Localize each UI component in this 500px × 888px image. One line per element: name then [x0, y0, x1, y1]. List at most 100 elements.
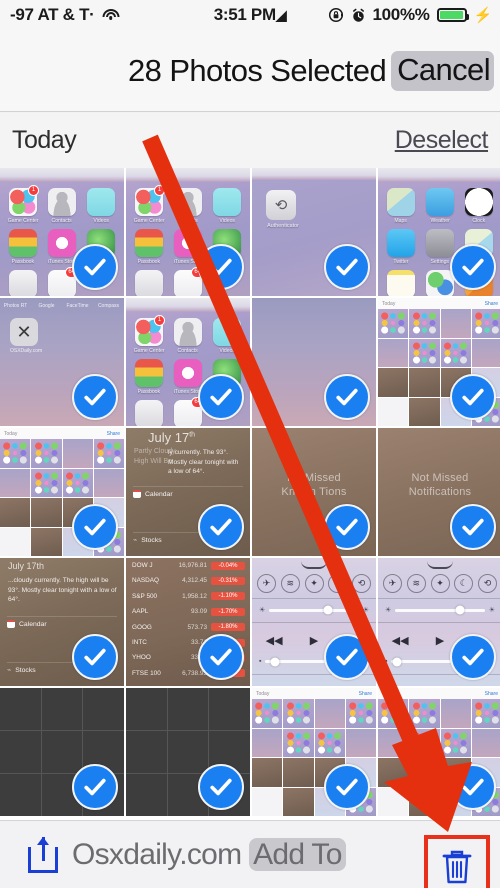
checkmark-circle-icon[interactable]: [198, 634, 244, 680]
nested-photo-cell: [252, 758, 283, 787]
nested-photo-cell: [252, 699, 283, 728]
checkmark-circle-icon[interactable]: [450, 374, 496, 420]
photo-cell[interactable]: ✈≋✦☾⟲☀☀◀◀▶▶▶▪▪: [252, 558, 376, 686]
photo-cell[interactable]: 1 Game Center Contacts Videos Passbook iTunes…: [0, 168, 124, 296]
photo-cell[interactable]: Not Missed Notifications: [378, 428, 500, 556]
photo-cell[interactable]: MapsWeatherClockTwitterSettingsGoogle Ma…: [378, 168, 500, 296]
photo-cell[interactable]: [126, 688, 250, 816]
top-app-row: Photos RT Google FaceTime Compass: [0, 298, 124, 314]
photo-cell[interactable]: Today Share: [0, 428, 124, 556]
do-not-disturb-icon[interactable]: ☾: [454, 573, 474, 593]
photo-cell[interactable]: [252, 298, 376, 426]
deselect-button[interactable]: Deselect: [395, 126, 489, 155]
brightness-slider[interactable]: ☀ ☀: [385, 605, 495, 615]
checkmark-circle-icon[interactable]: [72, 634, 118, 680]
nested-photo-cell: [283, 758, 314, 787]
rotation-lock-icon[interactable]: ⟲: [352, 573, 371, 593]
volume-low-icon: ▪: [259, 658, 262, 665]
checkmark-circle-icon[interactable]: [324, 504, 370, 550]
checkmark-circle-icon[interactable]: [198, 764, 244, 810]
stock-value: 573.73: [187, 623, 207, 631]
nested-header: Today Share: [0, 428, 124, 439]
checkmark-circle-icon[interactable]: [324, 634, 370, 680]
cancel-button[interactable]: Cancel: [391, 50, 494, 91]
delete-button-highlight[interactable]: [424, 835, 490, 888]
photo-cell[interactable]: ⟲ Authenticator: [252, 168, 376, 296]
airplane-icon[interactable]: ✈: [383, 573, 402, 593]
photo-cell[interactable]: Today Share: [252, 688, 376, 816]
checkmark-circle-icon[interactable]: [450, 764, 496, 810]
app-icon-game-center: 1 Game Center: [5, 185, 41, 224]
photo-cell[interactable]: ✈≋✦☾⟲☀☀◀◀▶▶▶▪▪: [378, 558, 500, 686]
do-not-disturb-icon[interactable]: ☾: [328, 573, 348, 593]
nested-photo-cell: [283, 699, 314, 728]
checkmark-circle-icon[interactable]: [72, 764, 118, 810]
nested-photo-cell: [378, 368, 409, 397]
app-label: Photos RT: [3, 303, 28, 309]
control-center-toggles: ✈ ≋ ✦ ☾ ⟲: [383, 572, 497, 594]
app-label: Videos: [219, 218, 235, 224]
stock-change: -1.10%: [211, 592, 245, 601]
app-icon-passbook: Passbook: [131, 227, 167, 265]
calendar-icon: [7, 620, 15, 628]
checkmark-circle-icon[interactable]: [324, 764, 370, 810]
app-icon-twitter: Twitter: [383, 227, 419, 265]
stock-symbol: GOOG: [132, 623, 152, 631]
brightness-slider[interactable]: ☀ ☀: [259, 605, 369, 615]
checkmark-circle-icon[interactable]: [198, 244, 244, 290]
photo-grid[interactable]: 1 Game Center Contacts Videos Passbook iTunes…: [0, 168, 500, 820]
wifi-icon[interactable]: ≋: [280, 573, 300, 593]
photo-cell[interactable]: 1 Game Center Contacts Videos Passbook iTunes…: [126, 168, 250, 296]
stock-row: AAPL 93.09 -1.70%: [132, 605, 245, 618]
nested-photo-cell: [31, 439, 62, 468]
checkmark-circle-icon[interactable]: [450, 244, 496, 290]
app-label: OSXDaily.com: [10, 348, 43, 354]
navigation-bar: 28 Photos Selected Cancel: [0, 30, 500, 112]
photo-cell[interactable]: Today Share: [378, 298, 500, 426]
photo-cell[interactable]: No Missed Known Tions: [252, 428, 376, 556]
photo-cell[interactable]: July 17th Partly Cloudy High Will Be ly cur…: [126, 428, 250, 556]
missed-line-2: Known Tions: [281, 486, 347, 498]
nested-photo-cell: [31, 527, 62, 556]
add-to-button[interactable]: Add To: [249, 837, 346, 871]
weather-text: ly currently. The 93°. Mostly clear toni…: [168, 449, 239, 476]
bluetooth-icon[interactable]: ✦: [304, 573, 324, 593]
stock-symbol: AAPL: [132, 608, 149, 616]
nested-photo-cell: [62, 439, 93, 468]
checkmark-circle-icon[interactable]: [198, 504, 244, 550]
photo-cell[interactable]: DOW J 16,976.81 -0.04% NASDAQ 4,312.45 -0.31%…: [126, 558, 250, 686]
photo-cell[interactable]: [0, 688, 124, 816]
photo-cell[interactable]: July 17th ...cloudy currently. The high w…: [0, 558, 124, 686]
photo-cell[interactable]: Photos RT Google FaceTime Compass ✕ OSXDaily.…: [0, 298, 124, 426]
play-icon[interactable]: ▶: [436, 634, 444, 647]
rewind-icon[interactable]: ◀◀: [266, 634, 283, 647]
nested-photo-cell: [440, 338, 471, 367]
play-icon[interactable]: ▶: [310, 634, 318, 647]
checkmark-circle-icon[interactable]: [198, 374, 244, 420]
nested-photo-cell: [471, 309, 500, 338]
grabber-handle[interactable]: [427, 561, 453, 569]
nested-share-label: Share: [106, 430, 120, 437]
wifi-icon[interactable]: ≋: [406, 573, 426, 593]
checkmark-circle-icon[interactable]: [72, 374, 118, 420]
airplane-icon[interactable]: ✈: [257, 573, 276, 593]
checkmark-circle-icon[interactable]: [450, 634, 496, 680]
nested-photo-cell: [0, 439, 31, 468]
grabber-handle[interactable]: [301, 561, 327, 569]
checkmark-circle-icon[interactable]: [72, 244, 118, 290]
app-label: Settings: [430, 259, 450, 265]
sun-large-icon: ☀: [362, 607, 369, 614]
rotation-lock-icon[interactable]: ⟲: [478, 573, 497, 593]
checkmark-circle-icon[interactable]: [450, 504, 496, 550]
checkmark-circle-icon[interactable]: [324, 244, 370, 290]
checkmark-circle-icon[interactable]: [324, 374, 370, 420]
stock-symbol: INTC: [132, 639, 147, 646]
share-icon[interactable]: [28, 836, 58, 873]
checkmark-circle-icon[interactable]: [72, 504, 118, 550]
trash-icon[interactable]: [440, 848, 474, 886]
photo-cell[interactable]: Today Share: [378, 688, 500, 816]
rewind-icon[interactable]: ◀◀: [392, 634, 409, 647]
status-bar: -97 AT & T· 3:51 PM◢ 100%% ⚡: [0, 0, 500, 30]
bluetooth-icon[interactable]: ✦: [430, 573, 450, 593]
photo-cell[interactable]: 1 Game Center Contacts Videos Passbook iTunes…: [126, 298, 250, 426]
